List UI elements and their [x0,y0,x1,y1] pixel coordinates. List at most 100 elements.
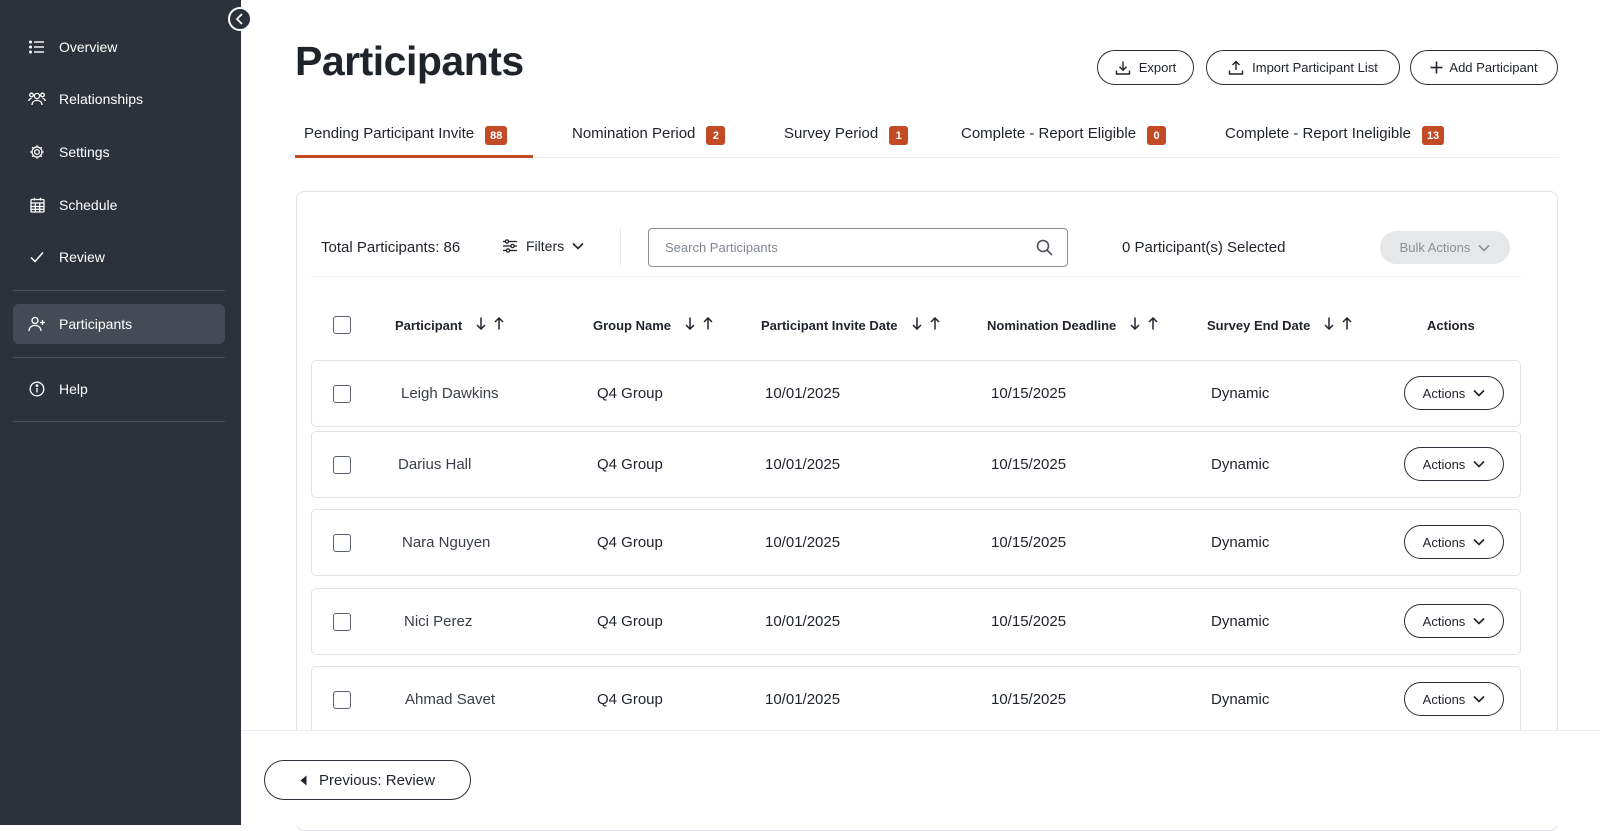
table-row: Darius Hall Q4 Group 10/01/2025 10/15/20… [311,431,1521,498]
tab-survey-period[interactable]: Survey Period 1 [784,114,909,158]
sidebar-item-schedule[interactable]: Schedule [13,185,225,225]
plus-icon [1430,61,1443,74]
chevron-down-icon [1473,538,1485,546]
row-checkbox[interactable] [333,612,351,631]
sidebar-item-relationships[interactable]: Relationships [13,79,225,119]
group-name: Q4 Group [597,534,663,551]
participant-name: Nara Nguyen [402,534,491,551]
row-checkbox[interactable] [333,384,351,403]
row-actions-button[interactable]: Actions [1404,376,1504,410]
row-checkbox-cell [333,589,351,654]
column-label: Survey End Date [1207,317,1311,333]
sort-ascending-icon[interactable] [930,316,940,333]
import-participant-list-button[interactable]: Import Participant List [1206,50,1400,85]
tab-label: Complete - Report Eligible [961,125,1137,142]
chevron-down-icon [1473,460,1485,468]
sidebar-divider [13,357,225,358]
sort-descending-icon[interactable] [912,317,922,333]
sort-ascending-icon[interactable] [494,316,504,333]
nomination-deadline: 10/15/2025 [991,385,1067,402]
check-icon [28,248,46,266]
nomination-deadline: 10/15/2025 [991,691,1067,708]
search-icon[interactable] [1036,239,1053,256]
row-checkbox-cell [333,510,351,575]
sort-ascending-icon[interactable] [1148,316,1158,333]
participant-name: Darius Hall [398,456,472,473]
sidebar-item-settings[interactable]: Settings [13,132,225,172]
row-actions-button[interactable]: Actions [1404,447,1504,481]
sort-ascending-icon[interactable] [1342,316,1352,333]
sidebar: Overview Relationships Settings Schedule… [0,0,241,825]
select-all-checkbox[interactable] [333,316,351,334]
search-box [648,228,1068,267]
calendar-icon [28,196,46,214]
group-name: Q4 Group [597,691,663,708]
status-tabs: Pending Participant Invite 88 Nomination… [295,114,1559,158]
tab-label: Pending Participant Invite [304,125,475,142]
sort-controls [1324,316,1352,333]
previous-review-button[interactable]: Previous: Review [264,760,471,800]
tab-complete-report-ineligible[interactable]: Complete - Report Ineligible 13 [1225,114,1445,158]
group-name: Q4 Group [597,456,663,473]
sort-descending-icon[interactable] [1130,317,1140,333]
sidebar-divider [13,290,225,291]
survey-end-date: Dynamic [1211,385,1270,402]
row-actions-button[interactable]: Actions [1404,604,1504,638]
sidebar-item-help[interactable]: Help [13,369,225,409]
sliders-icon [502,239,518,253]
bulk-actions-button[interactable]: Bulk Actions [1380,231,1510,264]
search-input[interactable] [665,240,1036,255]
sort-descending-icon[interactable] [685,317,695,333]
export-button[interactable]: Export [1097,50,1194,85]
filters-label: Filters [526,238,565,254]
row-actions-button[interactable]: Actions [1404,525,1504,559]
import-label: Import Participant List [1252,60,1378,75]
actions-label: Actions [1422,691,1466,707]
tab-label: Survey Period [784,125,879,142]
sort-controls [1130,316,1158,333]
sort-ascending-icon[interactable] [703,316,713,333]
add-participant-button[interactable]: Add Participant [1410,50,1558,85]
sort-descending-icon[interactable] [1324,317,1334,333]
column-nomination-deadline: Nomination Deadline [987,310,1158,340]
count-badge: 13 [1421,126,1445,145]
filters-button[interactable]: Filters [502,238,584,254]
participant-name: Nici Perez [404,613,473,630]
row-checkbox[interactable] [333,690,351,709]
tab-label: Nomination Period [572,125,696,142]
sidebar-item-review[interactable]: Review [13,237,225,277]
sort-controls [912,316,940,333]
tab-pending-participant-invite[interactable]: Pending Participant Invite 88 [295,114,533,158]
sidebar-collapse-button[interactable] [228,7,252,31]
count-badge: 2 [706,126,726,145]
tab-nomination-period[interactable]: Nomination Period 2 [572,114,726,158]
sidebar-item-label: Overview [59,39,118,55]
chevron-down-icon [1473,695,1485,703]
row-checkbox[interactable] [333,455,351,474]
group-name: Q4 Group [597,385,663,402]
total-participants: Total Participants: 86 [321,239,461,256]
table-row: Nara Nguyen Q4 Group 10/01/2025 10/15/20… [311,509,1521,576]
column-group-name: Group Name [593,310,713,340]
page-title: Participants [295,38,524,84]
toolbar-divider-line [311,276,1521,277]
table-row: Leigh Dawkins Q4 Group 10/01/2025 10/15/… [311,360,1521,427]
row-checkbox[interactable] [333,533,351,552]
sidebar-item-label: Review [59,249,105,265]
row-actions-button[interactable]: Actions [1404,682,1504,716]
count-badge: 88 [485,126,508,145]
select-all-checkbox-cell [333,310,351,340]
toolbar-divider [620,229,621,265]
caret-left-icon [300,775,307,786]
selected-count: 0 Participant(s) Selected [1122,239,1286,256]
row-checkbox-cell [333,361,351,426]
tab-label: Complete - Report Ineligible [1225,125,1411,142]
sort-descending-icon[interactable] [476,317,486,333]
sidebar-item-label: Relationships [59,91,144,107]
tab-complete-report-eligible[interactable]: Complete - Report Eligible 0 [961,114,1167,158]
column-label: Actions [1427,317,1475,333]
previous-label: Previous: Review [319,771,435,789]
chevron-down-icon [1473,617,1485,625]
sidebar-item-overview[interactable]: Overview [13,27,225,67]
chevron-down-icon [1478,244,1490,252]
